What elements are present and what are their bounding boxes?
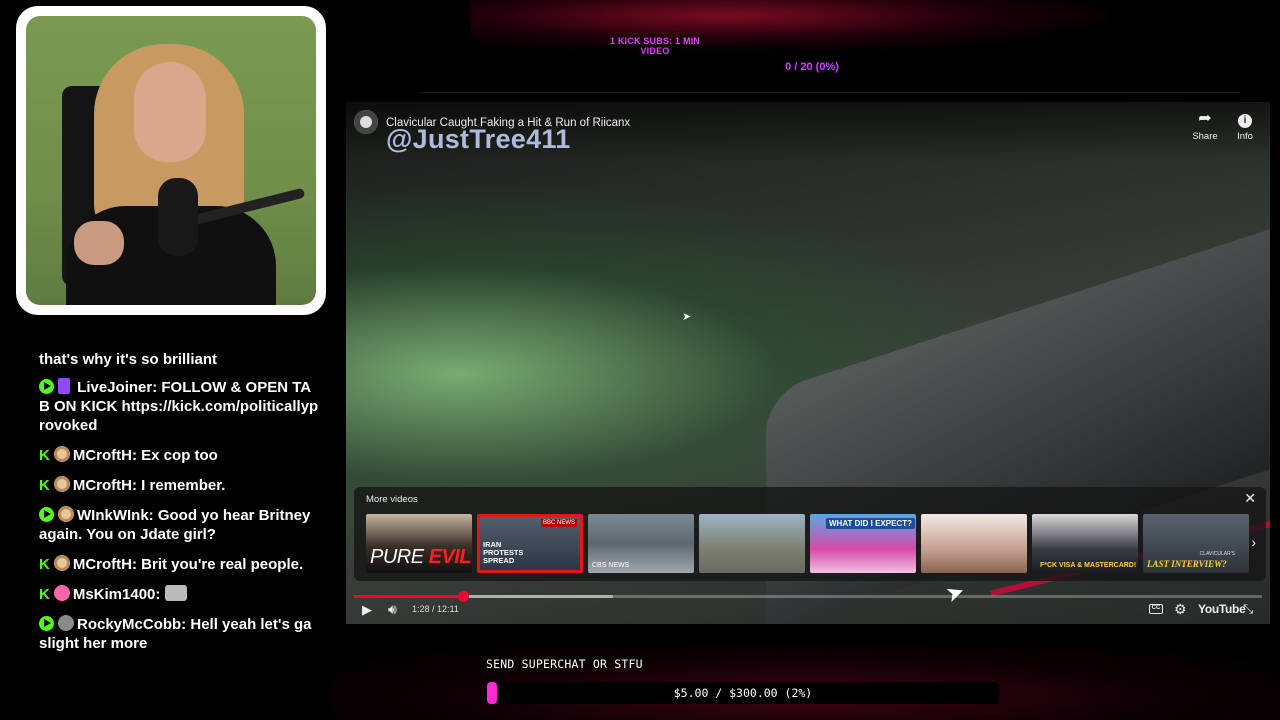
cookie-badge-icon (53, 476, 70, 492)
youtube-icon (39, 616, 54, 631)
divider (420, 92, 1240, 93)
pink-badge-icon (53, 585, 70, 601)
youtube-icon (39, 379, 54, 394)
thumbnail-text-accent: EVIL (428, 546, 472, 568)
video-player[interactable]: Clavicular Caught Faking a Hit & Run of … (346, 102, 1270, 624)
chat-username: LiveJoiner: (77, 379, 158, 396)
info-label: Info (1237, 131, 1253, 142)
microphone (158, 178, 198, 256)
youtube-logo[interactable]: YouTube (1198, 602, 1246, 616)
user-avatar-icon (58, 506, 74, 522)
chat-username: MCroftH: (72, 447, 137, 464)
thumbnail-text: CBS NEWS (592, 562, 630, 569)
scrubber-handle[interactable] (457, 591, 469, 602)
chat-message: LiveJoiner: FOLLOW & OPEN TAB ON KICK ht… (39, 378, 319, 435)
streamer-face (134, 62, 206, 162)
chat-feed: that's why it's so brilliant LiveJoiner:… (39, 350, 319, 664)
chat-message-text: that's why it's so brilliant (39, 351, 217, 368)
thumbnail-text: F*CK VISA & MASTERCARD! (1040, 562, 1137, 569)
info-icon: i (1238, 114, 1252, 128)
share-button[interactable]: ➦ Share (1187, 110, 1223, 142)
thumbnail-text: WHAT DID I EXPECT? (826, 518, 915, 529)
kick-icon: K (39, 556, 50, 573)
chat-username: WInkWInk: (77, 507, 154, 524)
volume-icon[interactable]: 🔊︎ (388, 601, 397, 618)
video-thumbnail[interactable] (921, 514, 1027, 573)
video-thumbnail[interactable]: PURE EVIL (366, 514, 472, 573)
chat-message-text: I remember. (141, 477, 226, 494)
kick-icon: K (39, 447, 50, 464)
alien-badge-icon (58, 615, 74, 631)
chat-username: MCroftH: (72, 556, 137, 573)
share-icon: ➦ (1198, 110, 1212, 127)
time-display: 1:28 / 12:11 (412, 604, 459, 614)
close-icon[interactable]: ✕ (1244, 490, 1256, 507)
superchat-goal-bar: $5.00 / $300.00 (2%) (487, 682, 999, 704)
chat-message: WInkWInk: Good yo hear Britney again. Yo… (39, 506, 319, 544)
play-icon[interactable]: ▶ (362, 602, 372, 618)
video-thumbnail[interactable]: BBC NEWS IRAN PROTESTS SPREAD (477, 514, 583, 573)
video-thumbnail[interactable] (699, 514, 805, 573)
sub-goal-progress: 0 / 20 (0%) (785, 61, 839, 73)
chat-username: MsKim1400: (72, 586, 161, 603)
progress-played (354, 595, 463, 598)
thumbnail-row: PURE EVIL BBC NEWS IRAN PROTESTS SPREAD … (366, 514, 1249, 573)
cookie-badge-icon (53, 555, 70, 571)
gear-icon[interactable]: ⚙ (1174, 601, 1187, 618)
video-thumbnail[interactable]: F*CK VISA & MASTERCARD! (1032, 514, 1138, 573)
mouse-cursor-icon: ➤ (682, 311, 692, 323)
twitch-badge-icon (58, 378, 70, 394)
chat-message: K MCroftH: Ex cop too (39, 446, 319, 465)
webcam-feed (26, 16, 316, 305)
chat-username: RockyMcCobb: (77, 616, 187, 633)
kick-icon: K (39, 586, 50, 603)
video-thumbnail[interactable]: CBS NEWS (588, 514, 694, 573)
chat-message: RockyMcCobb: Hell yeah let's gaslight he… (39, 615, 319, 653)
video-thumbnail[interactable]: WHAT DID I EXPECT? (810, 514, 916, 573)
chat-username: MCroftH: (72, 477, 137, 494)
superchat-goal-label: SEND SUPERCHAT OR STFU (486, 657, 643, 671)
more-videos-title: More videos (366, 494, 418, 505)
superchat-goal-progress: $5.00 / $300.00 (2%) (673, 686, 813, 700)
share-label: Share (1192, 131, 1218, 142)
streamer-hand (74, 221, 124, 265)
chevron-right-icon[interactable]: › (1251, 534, 1256, 550)
chat-message: that's why it's so brilliant (39, 350, 319, 369)
info-button[interactable]: i Info (1227, 110, 1263, 142)
thumbnail-overline: CLAVICULAR'S (1199, 551, 1235, 557)
thumbnail-text: LAST INTERVIEW? (1147, 559, 1227, 569)
channel-avatar[interactable] (354, 110, 378, 134)
bbc-news-logo: BBC NEWS (540, 519, 577, 527)
more-videos-panel: More videos ✕ PURE EVIL BBC NEWS IRAN PR… (354, 487, 1266, 581)
chat-message: K MCroftH: Brit you're real people. (39, 555, 319, 574)
chat-message-text: Brit you're real people. (141, 556, 304, 573)
cookie-badge-icon (53, 446, 70, 462)
thumbnail-text: PURE (370, 546, 429, 568)
video-thumbnail[interactable]: CLAVICULAR'S LAST INTERVIEW? (1143, 514, 1249, 573)
background-splatter-top (470, 0, 1110, 52)
progress-bar[interactable] (354, 591, 1262, 602)
thumbnail-text: IRAN PROTESTS SPREAD (483, 540, 524, 565)
chat-message: K MCroftH: I remember. (39, 476, 319, 495)
chat-message-text: Ex cop too (141, 447, 218, 464)
captions-icon[interactable]: CC (1149, 604, 1163, 614)
webcam-frame (16, 6, 326, 315)
kick-icon: K (39, 477, 50, 494)
sub-goal-label: 1 KICK SUBS: 1 MIN VIDEO (609, 36, 701, 56)
exit-fullscreen-icon[interactable]: ⤡ (1243, 601, 1253, 617)
youtube-icon (39, 507, 54, 522)
chat-message: K MsKim1400: (39, 585, 319, 604)
cat-emote-icon (164, 585, 187, 601)
video-watermark: @JustTree411 (386, 124, 571, 154)
